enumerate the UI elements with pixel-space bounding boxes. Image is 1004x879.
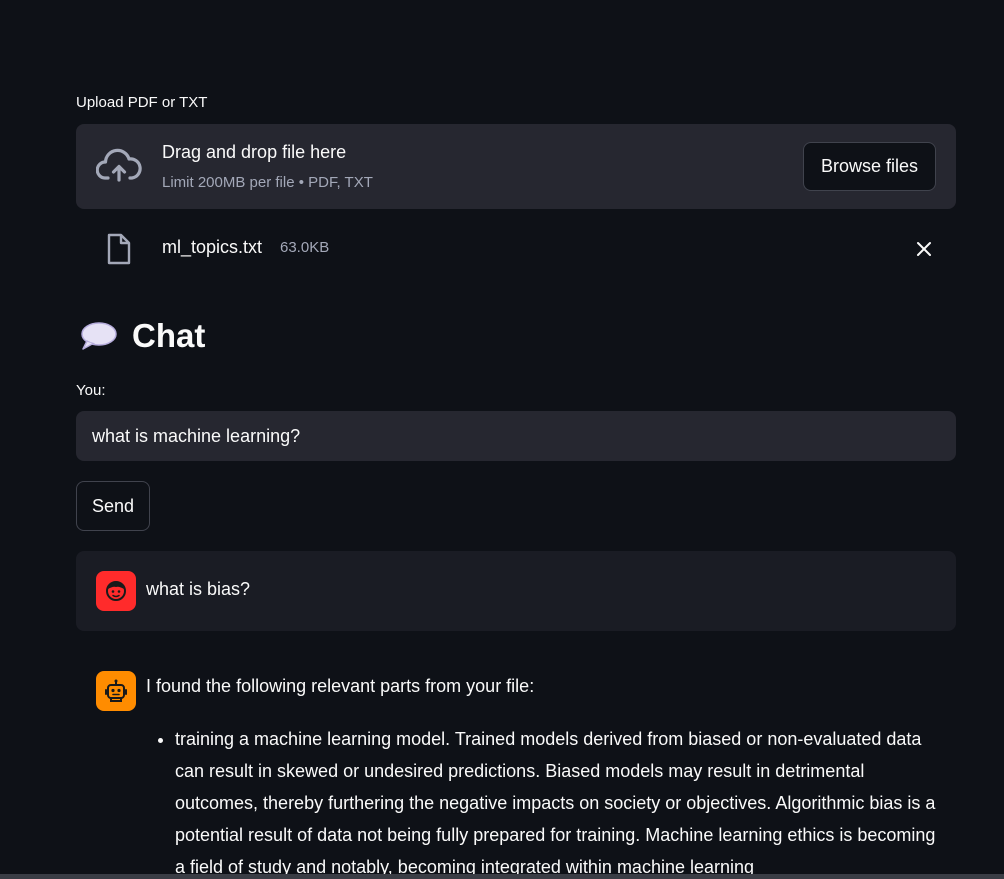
- speech-bubble-icon: [81, 322, 117, 350]
- dropzone-limit-text: Limit 200MB per file • PDF, TXT: [162, 174, 373, 191]
- file-icon: [107, 233, 131, 265]
- close-icon[interactable]: [916, 241, 932, 257]
- chat-heading: Chat: [80, 312, 205, 360]
- app-page: Upload PDF or TXT Drag and drop file her…: [0, 0, 1004, 879]
- uploaded-file-row: ml_topics.txt 63.0KB: [76, 225, 956, 273]
- user-avatar-icon: [96, 571, 136, 611]
- send-button[interactable]: Send: [76, 481, 150, 531]
- list-item: training a machine learning model. Train…: [175, 723, 945, 879]
- chat-input-label: You:: [76, 382, 106, 399]
- uploaded-file-size: 63.0KB: [280, 239, 330, 256]
- user-message: what is bias?: [76, 551, 956, 631]
- file-dropzone[interactable]: Drag and drop file here Limit 200MB per …: [76, 124, 956, 209]
- browse-files-button[interactable]: Browse files: [803, 142, 936, 191]
- assistant-message: I found the following relevant parts fro…: [76, 651, 956, 879]
- chat-title: Chat: [132, 317, 206, 354]
- uploaded-file-name: ml_topics.txt: [162, 237, 263, 257]
- user-message-text: what is bias?: [146, 579, 251, 599]
- upload-label: Upload PDF or TXT: [76, 94, 208, 111]
- assistant-results-list: training a machine learning model. Train…: [146, 723, 945, 879]
- dropzone-instructions: Drag and drop file here: [162, 142, 347, 162]
- horizontal-scrollbar[interactable]: [0, 874, 1004, 879]
- bot-avatar-icon: [96, 671, 136, 711]
- assistant-intro-text: I found the following relevant parts fro…: [146, 676, 535, 696]
- chat-input[interactable]: [76, 411, 956, 461]
- cloud-upload-icon: [96, 148, 142, 182]
